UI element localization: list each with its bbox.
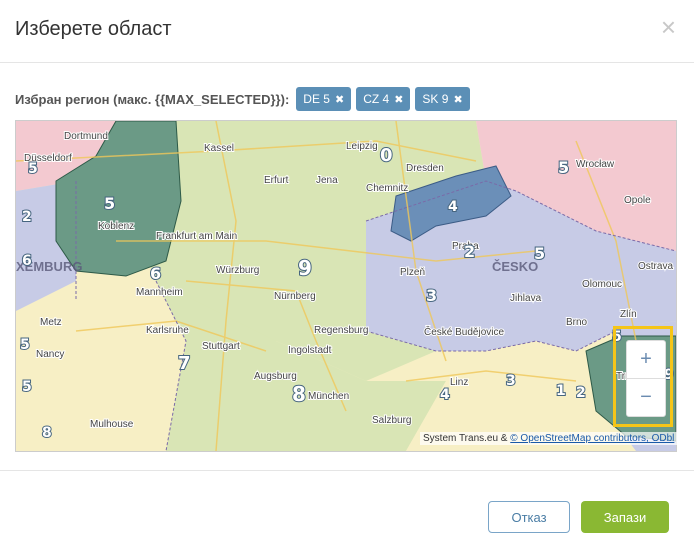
region-number: 3 xyxy=(426,286,437,305)
city-label: Koblenz xyxy=(98,221,134,232)
map-attribution: System Trans.eu & © OpenStreetMap contri… xyxy=(420,432,678,445)
osm-attribution-link[interactable]: © OpenStreetMap contributors, ODbl xyxy=(510,433,674,444)
region-number: 5 xyxy=(28,161,38,177)
city-label: Kassel xyxy=(204,143,234,154)
region-number: 5 xyxy=(534,244,545,263)
city-label: Augsburg xyxy=(254,371,297,382)
selected-regions-label: Избран регион (макс. {{MAX_SELECTED}}): xyxy=(15,91,290,107)
region-number: 5 xyxy=(22,379,32,395)
city-label: Nürnberg xyxy=(274,291,316,302)
chip-label: CZ 4 xyxy=(363,92,390,106)
city-label: Nancy xyxy=(36,349,64,360)
city-label: Dortmund xyxy=(64,131,108,142)
city-label: Ingolstadt xyxy=(288,345,332,356)
city-label: Würzburg xyxy=(216,265,259,276)
city-label: České Budějovice xyxy=(424,325,504,338)
dialog-title: Изберете област xyxy=(15,18,172,40)
city-label: München xyxy=(308,391,349,402)
country-label: ČESKO xyxy=(492,259,538,274)
region-number: 2 xyxy=(22,209,32,225)
region-number: 2 xyxy=(576,385,586,401)
save-button[interactable]: Запази xyxy=(581,501,669,533)
region-number: 8 xyxy=(292,382,306,406)
region-number: 8 xyxy=(42,425,52,441)
footer-divider xyxy=(0,470,694,471)
city-label: Olomouc xyxy=(582,279,622,290)
city-label: Zlín xyxy=(620,309,637,320)
close-icon[interactable]: ✖ xyxy=(453,93,462,106)
region-number: 7 xyxy=(178,353,191,374)
chip-label: SK 9 xyxy=(422,92,449,106)
region-chip-cz4[interactable]: CZ 4 ✖ xyxy=(356,87,411,111)
region-number: 0 xyxy=(380,145,393,166)
selected-regions: Избран регион (макс. {{MAX_SELECTED}}): … xyxy=(15,86,470,112)
region-number: 5 xyxy=(20,337,30,353)
city-label: Mannheim xyxy=(136,287,183,298)
chip-label: DE 5 xyxy=(303,92,330,106)
region-number: 3 xyxy=(506,373,516,389)
city-label: Linz xyxy=(450,377,468,388)
attribution-text: System Trans.eu & xyxy=(423,433,508,444)
city-label: Jena xyxy=(316,175,338,186)
city-label: Chemnitz xyxy=(366,183,408,194)
close-icon[interactable]: × xyxy=(661,14,676,40)
region-number: 9 xyxy=(298,256,312,280)
city-label: Salzburg xyxy=(372,415,411,426)
zoom-out-button[interactable]: − xyxy=(627,379,665,416)
close-icon[interactable]: ✖ xyxy=(335,93,344,106)
city-label: Mulhouse xyxy=(90,419,134,430)
city-label: Regensburg xyxy=(314,325,368,336)
city-label: Opole xyxy=(624,195,651,206)
city-label: Jihlava xyxy=(510,293,542,304)
region-number: 6 xyxy=(150,264,161,283)
city-label: Plzeň xyxy=(400,267,425,278)
region-number: 6 xyxy=(22,253,32,269)
city-label: Stuttgart xyxy=(202,341,240,352)
region-chip-de5[interactable]: DE 5 ✖ xyxy=(296,87,352,111)
city-label: Brno xyxy=(566,317,588,328)
close-icon[interactable]: ✖ xyxy=(394,93,403,106)
city-label: Ostrava xyxy=(638,261,673,272)
region-number: 4 xyxy=(440,387,450,403)
city-label: Dresden xyxy=(406,163,444,174)
zoom-control: + − xyxy=(626,340,666,417)
zoom-in-button[interactable]: + xyxy=(627,341,665,379)
cancel-button[interactable]: Отказ xyxy=(488,501,570,533)
city-label: Metz xyxy=(40,317,62,328)
region-number: 2 xyxy=(464,242,475,261)
map-canvas[interactable]: Dortmund Kassel Leipzig Düsseldorf Erfur… xyxy=(16,121,676,451)
city-label: Frankfurt am Main xyxy=(156,231,237,242)
city-label: Karlsruhe xyxy=(146,325,189,336)
dialog-header: Изберете област × xyxy=(0,0,694,63)
city-label: Leipzig xyxy=(346,141,378,152)
region-number: 4 xyxy=(448,199,458,215)
city-label: Erfurt xyxy=(264,175,289,186)
region-number: 5 xyxy=(558,158,569,177)
region-number: 5 xyxy=(104,194,115,213)
region-chip-sk9[interactable]: SK 9 ✖ xyxy=(415,87,470,111)
region-number: 1 xyxy=(556,383,566,399)
city-label: Wrocław xyxy=(576,159,615,170)
region-map[interactable]: Dortmund Kassel Leipzig Düsseldorf Erfur… xyxy=(15,120,677,452)
